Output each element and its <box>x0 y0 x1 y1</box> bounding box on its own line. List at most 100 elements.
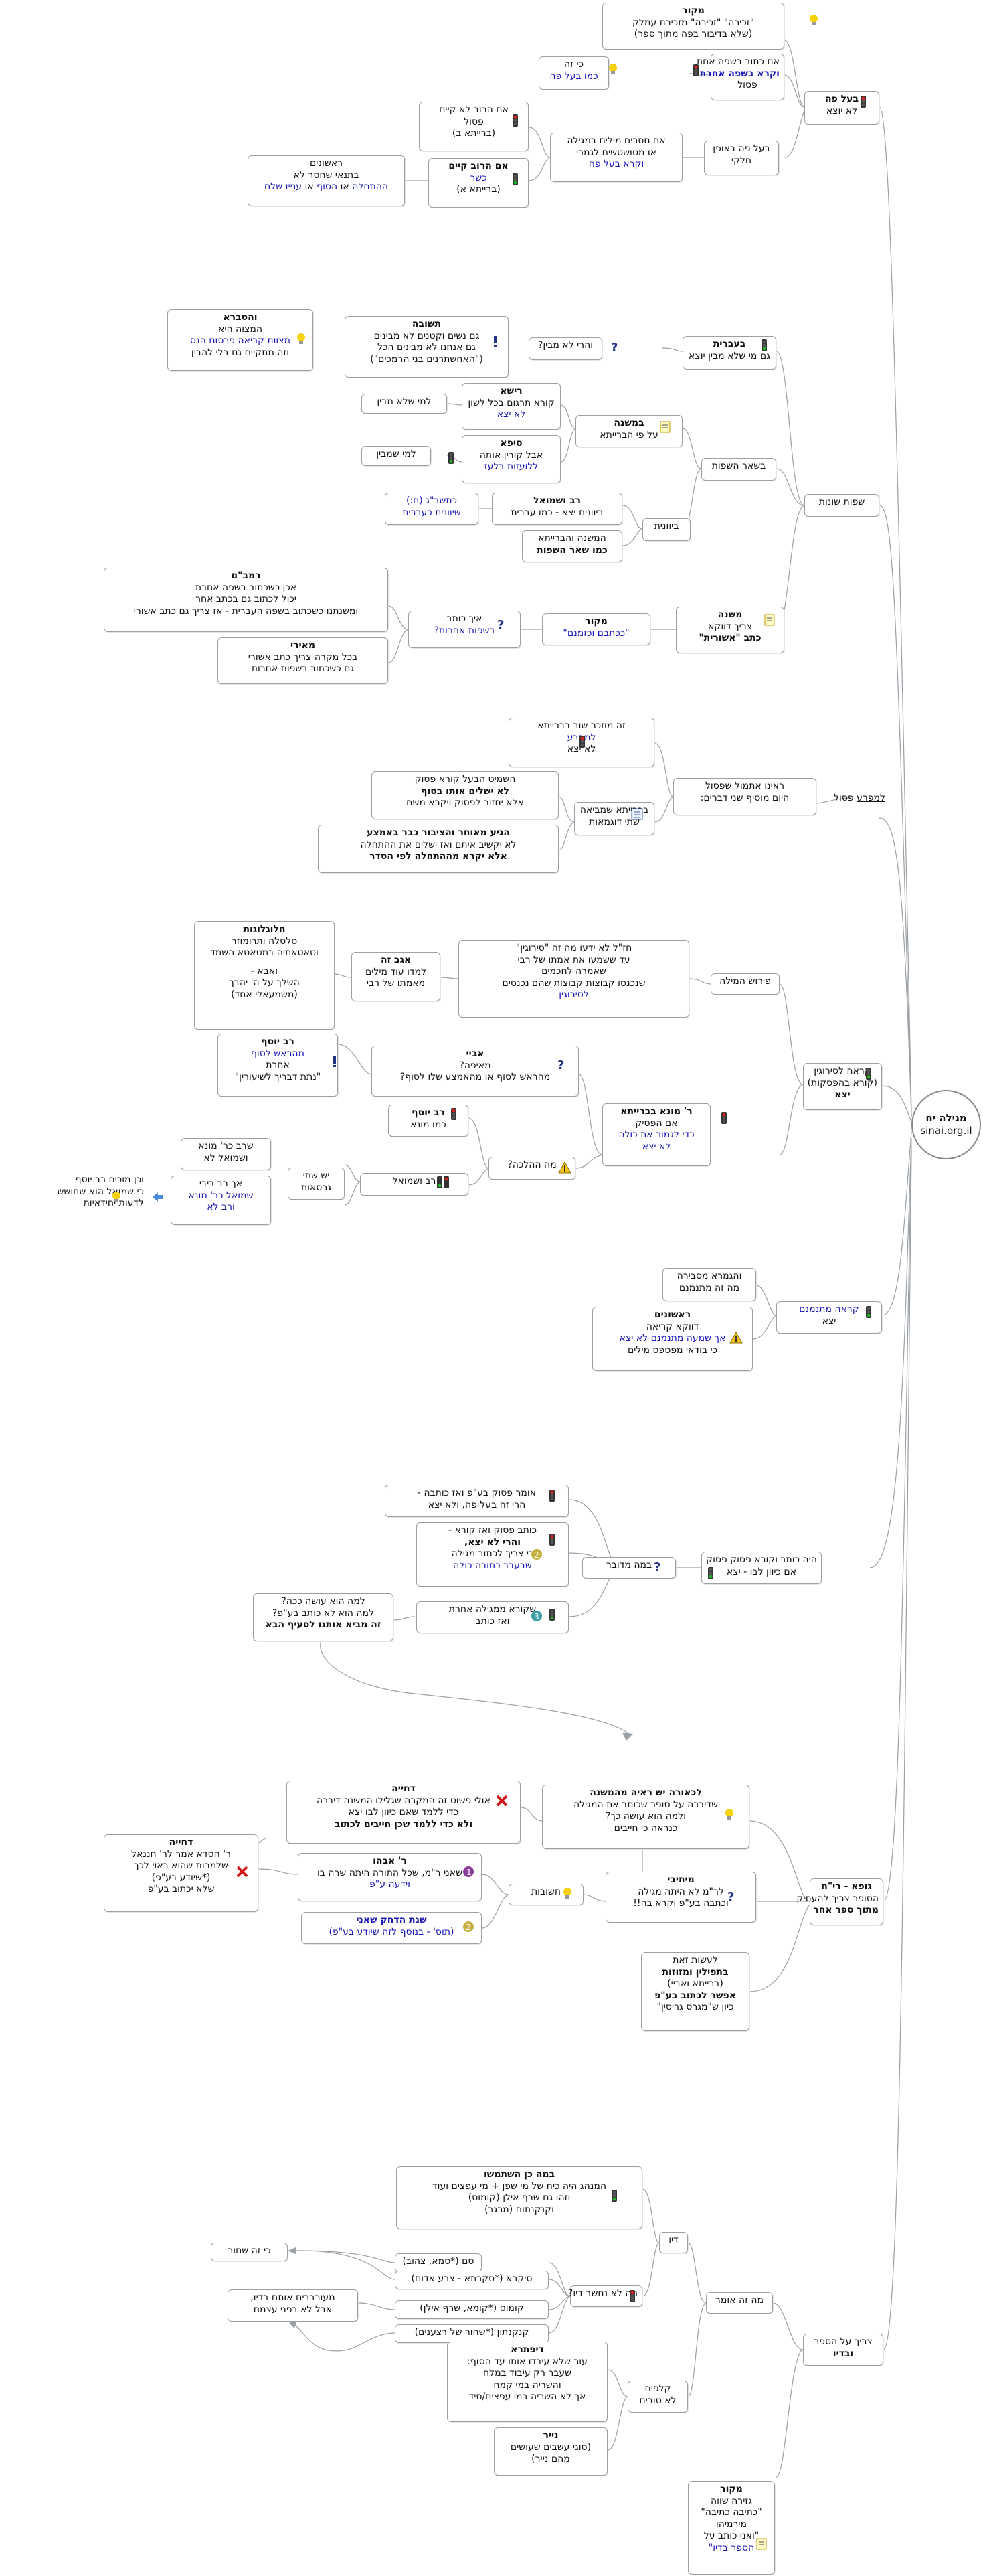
seen-yesterday-node[interactable]: ראינו אתמול שפסול היום מוסיף שני דברים: <box>673 778 816 815</box>
svg-text:3: 3 <box>534 1612 539 1621</box>
arrived-late-node[interactable]: הגיע מאוחר והציבור כבר באמצע לא יקשיב אי… <box>318 825 559 873</box>
not-understanding-label[interactable]: למי שלא מבין <box>361 394 447 414</box>
two-versions-node[interactable]: יש שתי גרסאות <box>288 1168 345 1200</box>
note-icon <box>763 613 776 627</box>
abaye-node[interactable]: אביי מאיפה? מהראש לסוף או מהאמצע שלו לסו… <box>371 1046 579 1097</box>
not-understanding-question[interactable]: והרי לא מבין? <box>529 337 602 360</box>
question-icon: ? <box>725 1889 739 1903</box>
version-b-node[interactable]: אך רב ביבי שמואל כר' מונא ורב לא <box>171 1176 271 1225</box>
lightbulb-icon <box>110 1190 123 1204</box>
lightbulb-icon <box>723 1807 736 1821</box>
write-then-read-node[interactable]: כותב פסוק ואז קורא - והרי לא יצא, כי צרי… <box>416 1522 569 1587</box>
number-1-icon: 1 <box>462 1865 475 1878</box>
why-does-he-node[interactable]: למה הוא עושה ככה? למה הוא לא כותב בע"פ? … <box>253 1593 393 1641</box>
other-language-node[interactable]: אם כתוב בשפה אחת וקרא בשפה אחרת פסול <box>697 54 784 100</box>
rav-yosef-node[interactable]: רב יוסף מהראש לסוף אחרת "נתת דבריך לשיעו… <box>217 1034 338 1097</box>
reverse-order-suffix: פסול <box>834 793 854 803</box>
oral-then-write-node[interactable]: אומר פסוק בע"פ ואז כותבה - הרי זה בעל פה… <box>385 1485 569 1517</box>
rav-shmuel-greek[interactable]: רב ושמואל ביוונית יצא - כמו עברית <box>492 493 622 525</box>
lightbulb-icon <box>807 13 820 27</box>
rejection-mishna-node[interactable]: דחייה אולי פשוט זה המקרה שגלילו המשנה די… <box>286 1781 521 1844</box>
kankantom-node[interactable]: קנקנתון (*שחור של רצענים) <box>395 2324 549 2343</box>
question-icon: ? <box>495 617 509 631</box>
stoplight-red-icon <box>509 114 522 127</box>
exclamation-icon <box>328 1055 341 1068</box>
rishonim-condition-node[interactable]: ראשונים בתנאי שחסר לא ההתחלה או הסוף או … <box>248 155 405 206</box>
stoplight-red-icon <box>447 1107 460 1121</box>
greek-node[interactable]: ביוונית <box>642 518 691 541</box>
meiri-node[interactable]: מאירי בכל מקרה צריך כתב אשורי גם כשכתוב … <box>217 637 388 684</box>
other-languages-node[interactable]: בשאר השפות <box>701 458 776 481</box>
what-used-node[interactable]: במה כן השתמשו המנהג היה כיח של מי שפן + … <box>396 2166 642 2229</box>
topic-reverse-order[interactable]: למפרע פסול <box>834 790 890 807</box>
stoplight-green-icon <box>444 451 458 465</box>
incidentally-node[interactable]: אגב זה למדו עוד מילים מאמתו של רבי <box>351 952 440 1001</box>
rav-shmuel-node[interactable]: רב ושמואל <box>360 1173 468 1196</box>
list-icon <box>630 807 644 821</box>
topic-languages[interactable]: שפות שונות <box>804 494 879 517</box>
warning-icon <box>558 1161 571 1174</box>
reasoning-node[interactable]: והסברא המצוה היא מצוות קריאה פרסום הנס ו… <box>167 309 313 371</box>
lightbulb-icon <box>294 332 308 345</box>
partial-oral-node[interactable]: בעל פה באופן חלקי <box>704 141 779 175</box>
topic-write-read[interactable]: היה כותב וקורא פסוק פסוק אם כיוון לבו - … <box>701 1552 822 1584</box>
source-jeremiah-node[interactable]: מקור גזירה שווה "כתיבה כתיבה" מירמיהו "ו… <box>688 2481 775 2575</box>
center-title: מגילה יח <box>925 1111 967 1124</box>
reisha-node[interactable]: רישא קורא תרגום בכל לשון לא יצא <box>462 383 561 430</box>
stoplight-red-icon <box>545 1533 559 1546</box>
rishonim-drowsy-node[interactable]: ראשונים דווקא קריאה אך שמעה מתנמנם לא יצ… <box>592 1307 753 1371</box>
number-2-icon: 2 <box>530 1548 543 1561</box>
rav-yosef-proves-node[interactable]: וכן מוכיח רב יוסף כי שמואל הוא שחושש לדע… <box>1 1172 149 1221</box>
word-meaning-node[interactable]: פירוש המילה <box>711 973 780 995</box>
script-source-node[interactable]: מקור "ככתבם וכזמנם" <box>542 613 650 645</box>
topic-copy-from-book[interactable]: גופא - רי"ח הסופר צריך להעתיק מתוך ספר א… <box>796 1878 883 1925</box>
because-black-node[interactable]: כי זה שחור <box>211 2243 288 2261</box>
sages-didnt-know-node[interactable]: חז"ל לא ידעו מה זה "סירוגין" עד ששמעו את… <box>458 940 689 1018</box>
answer-node[interactable]: תשובה גם נשים וקטנים לא מבינים גם אנחנו … <box>345 316 509 378</box>
what-it-means-node[interactable]: מה זה אומר <box>706 2292 773 2314</box>
center-site: sinai.org.il <box>920 1125 972 1137</box>
warning-icon <box>729 1331 743 1344</box>
stoplight-mixed-icon <box>436 1176 450 1189</box>
kumus-node[interactable]: קומוס (*קומא, שרף אילן) <box>395 2300 549 2319</box>
version-a-node[interactable]: שרב כר' מונא ושמואל לא <box>181 1138 271 1170</box>
stoplight-red-icon <box>717 1111 731 1125</box>
diftera-node[interactable]: דיפתרא עור שלא עיבדו אותו עד הסוף: שעבר … <box>447 2342 608 2422</box>
tashbag-node[interactable]: כתשב"ג (ח:) שיוונית כעברית <box>385 493 478 525</box>
rambam-node[interactable]: רמב"ם אכן כשכתוב בשפה אחרת יכול לכתוב גם… <box>104 568 388 632</box>
x-mark-icon <box>236 1865 249 1878</box>
sikra-node[interactable]: סיקרא (*סקרתא - צבע אדום) <box>395 2271 549 2289</box>
time-of-need-node[interactable]: שנת הדחק שאני (תוס' - בנוסף לזה שיודע בע… <box>301 1912 482 1944</box>
svg-text:?: ? <box>557 1058 564 1071</box>
rabbi-muna-node[interactable]: ר' מונא בברייתא אם הפסיק כדי לגמור את כו… <box>602 1103 711 1166</box>
gemara-explains-node[interactable]: והגמרא מסבירה מה זה מתנמנם <box>662 1268 756 1301</box>
stoplight-green-icon <box>862 1067 875 1080</box>
words-list-node[interactable]: חלוגלוגות סלסלה ותרומוזר וטאטאתיה במטאטא… <box>194 921 335 1030</box>
exclamation-icon <box>488 335 502 348</box>
missing-words-node[interactable]: אם חסרים מילים במגילה או מטושטשים לגמרי … <box>550 133 683 182</box>
paper-node[interactable]: נייר (סוגי עשבים שעושים מהם נייר) <box>494 2427 608 2476</box>
source-note[interactable]: מקור "זכירה" "זכירה" מזכירת עמלק (שלא בד… <box>602 3 784 50</box>
stoplight-red-icon <box>575 735 589 748</box>
mixed-ink-node[interactable]: מעורבבים אותם בדיו, אבל לא בפני עצמם <box>228 2289 358 2322</box>
mishna-braita-greek[interactable]: המשנה והברייתא כמו שאר השפות <box>522 530 622 562</box>
sam-node[interactable]: סם (*סמא, צהוב) <box>395 2253 482 2272</box>
like-oral-note[interactable]: כי זה כמו בעל פה <box>539 56 609 90</box>
stoplight-green-icon <box>608 2189 621 2202</box>
question-icon: ? <box>555 1058 569 1071</box>
stoplight-green-icon <box>704 1566 717 1580</box>
rabbi-abahu-node[interactable]: ר' אבהו שאני ר"מ, שכל התורה היתה שרה בו … <box>298 1853 482 1901</box>
seifa-node[interactable]: סיפא אבל קורין אותה ללועזות בלעז <box>462 435 561 483</box>
stoplight-red-icon <box>857 95 870 108</box>
ink-node[interactable]: דיו <box>659 2232 688 2253</box>
skipped-verse-node[interactable]: השמיט הבעל קורא פסוק לא ישלים אותו בסוף … <box>371 771 559 819</box>
parchments-node[interactable]: קלפים לא טובים <box>628 2381 688 2413</box>
proof-from-mishna-node[interactable]: לכאורה יש ראיה מהמשנה שדיברה על סופר שכו… <box>542 1785 749 1849</box>
topic-book-ink[interactable]: צריך על הספר ובדיו <box>803 2334 883 2366</box>
tefillin-mezuzot-node[interactable]: לעשות זאת בתפילין ומזוזות (ברייתא ואביי)… <box>641 1952 749 2031</box>
central-topic[interactable]: מגילה יח sinai.org.il <box>911 1090 981 1159</box>
understanding-label[interactable]: למי שמבין <box>361 446 431 466</box>
stoplight-green-icon <box>509 173 522 186</box>
lightbulb-icon <box>561 1886 574 1900</box>
stoplight-green-icon <box>757 339 771 352</box>
